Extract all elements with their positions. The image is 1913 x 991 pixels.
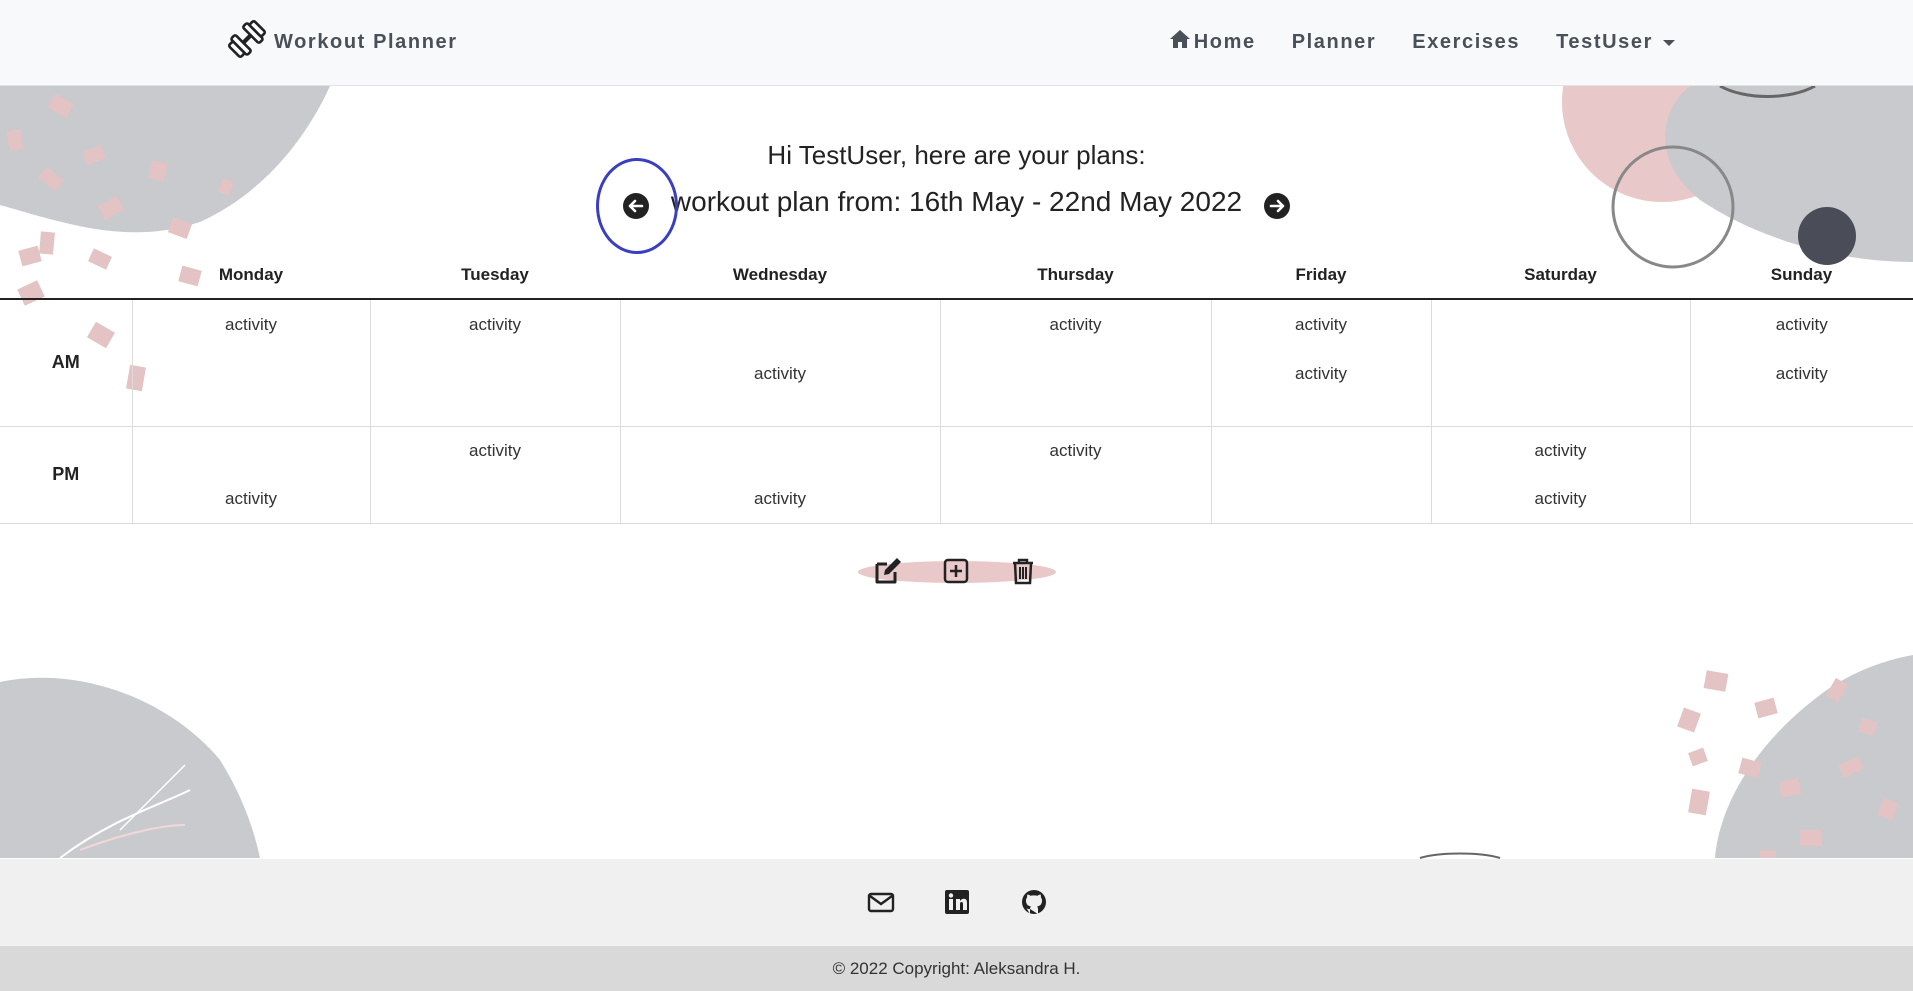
github-icon	[1019, 890, 1049, 921]
table-row-pm: PM activity activity activity activity a…	[0, 426, 1913, 524]
row-label-am: AM	[0, 299, 132, 427]
nav-planner[interactable]: Planner	[1292, 31, 1377, 54]
activity-item[interactable]: activity	[1432, 427, 1690, 475]
header-day: Monday	[132, 252, 370, 300]
header-day: Tuesday	[370, 252, 620, 300]
activity-item[interactable]	[1691, 427, 1913, 475]
header-empty	[0, 252, 132, 300]
activity-item[interactable]: activity	[1432, 475, 1690, 523]
activity-item[interactable]	[371, 475, 620, 523]
activity-item[interactable]: activity	[1691, 300, 1913, 349]
linkedin-icon	[942, 890, 972, 921]
footer-social	[0, 859, 1913, 946]
nav-links: Home Planner Exercises TestUser	[1168, 22, 1675, 62]
plan-cell[interactable]: activity	[369, 299, 620, 427]
table-header-row: Monday Tuesday Wednesday Thursday Friday…	[0, 252, 1913, 300]
dumbbell-icon	[226, 18, 268, 66]
activity-item[interactable]: activity	[1212, 349, 1431, 398]
next-week-button[interactable]	[1263, 192, 1291, 220]
plan-cell[interactable]	[1430, 299, 1690, 427]
arrow-right-circle-icon	[1263, 193, 1291, 224]
plan-cell[interactable]: activity	[939, 299, 1211, 427]
edit-plan-button[interactable]	[873, 556, 905, 588]
plan-title: workout plan from: 16th May - 22nd May 2…	[670, 186, 1243, 217]
activity-item[interactable]: activity	[941, 300, 1211, 349]
activity-item[interactable]: activity	[621, 349, 940, 398]
activity-item[interactable]: activity	[133, 475, 370, 523]
mail-icon	[866, 892, 896, 921]
plan-navigation: workout plan from: 16th May - 22nd May 2…	[0, 186, 1913, 226]
plan-cell[interactable]: activity	[619, 426, 940, 524]
delete-plan-button[interactable]	[1008, 556, 1040, 588]
greeting-heading: Hi TestUser, here are your plans:	[767, 140, 1146, 170]
nav-home[interactable]: Home	[1168, 27, 1256, 57]
plan-cell[interactable]: activity	[369, 426, 620, 524]
add-icon	[941, 558, 971, 590]
user-dropdown-label: TestUser	[1556, 30, 1653, 53]
activity-item[interactable]: activity	[371, 427, 620, 475]
activity-item[interactable]	[941, 349, 1211, 398]
activity-item[interactable]: activity	[941, 427, 1211, 475]
activity-item[interactable]	[941, 475, 1211, 523]
activity-item[interactable]	[1432, 300, 1690, 349]
activity-item[interactable]: activity	[371, 300, 620, 349]
plan-cell[interactable]: activity	[131, 299, 370, 427]
activity-item[interactable]	[621, 300, 940, 349]
nav-planner-label: Planner	[1291, 30, 1377, 53]
nav-exercises[interactable]: Exercises	[1412, 31, 1520, 54]
activity-item[interactable]	[1212, 427, 1431, 475]
header-day: Saturday	[1431, 252, 1690, 300]
activity-item[interactable]	[1432, 349, 1690, 398]
copyright: © 2022 Copyright: Aleksandra H.	[0, 946, 1913, 991]
nav-exercises-label: Exercises	[1412, 30, 1521, 53]
plan-cell[interactable]: activity activity	[1689, 299, 1913, 427]
plan-cell[interactable]: activity	[131, 426, 370, 524]
email-link[interactable]	[866, 887, 896, 917]
linkedin-link[interactable]	[942, 887, 972, 917]
caret-down-icon	[1663, 40, 1675, 46]
header-day: Thursday	[940, 252, 1211, 300]
brand-title: Workout Planner	[274, 30, 458, 53]
header-day: Friday	[1211, 252, 1431, 300]
activity-item[interactable]: activity	[1691, 349, 1913, 398]
activity-item[interactable]: activity	[133, 300, 370, 349]
navbar: Workout Planner Home Planner Exercises T…	[0, 0, 1913, 86]
plan-cell[interactable]	[1689, 426, 1913, 524]
brand-link[interactable]: Workout Planner	[226, 18, 458, 66]
arrow-left-circle-icon	[622, 193, 650, 224]
activity-item[interactable]	[133, 349, 370, 398]
plan-actions	[858, 556, 1056, 588]
weekly-plan-table: Monday Tuesday Wednesday Thursday Friday…	[0, 252, 1913, 524]
page: Workout Planner Home Planner Exercises T…	[0, 0, 1913, 991]
user-dropdown[interactable]: TestUser	[1556, 31, 1675, 54]
plan-cell[interactable]: activity	[619, 299, 940, 427]
activity-item[interactable]: activity	[1212, 300, 1431, 349]
table-row-am: AM activity activity activity activity a…	[0, 299, 1913, 427]
delete-icon	[1008, 558, 1038, 590]
row-label-pm: PM	[0, 426, 132, 524]
previous-week-button[interactable]	[622, 192, 650, 220]
nav-home-label: Home	[1193, 30, 1256, 53]
activity-item[interactable]	[371, 349, 620, 398]
activity-item[interactable]	[1691, 475, 1913, 523]
header-day: Wednesday	[620, 252, 940, 300]
edit-icon	[873, 558, 903, 590]
activity-item[interactable]	[621, 427, 940, 475]
plan-cell[interactable]	[1210, 426, 1431, 524]
add-plan-button[interactable]	[941, 556, 973, 588]
header-day: Sunday	[1690, 252, 1913, 300]
home-icon	[1168, 27, 1192, 57]
plan-cell[interactable]: activity activity	[1430, 426, 1690, 524]
github-link[interactable]	[1019, 887, 1049, 917]
activity-item[interactable]	[133, 427, 370, 475]
activity-item[interactable]	[1212, 475, 1431, 523]
activity-item[interactable]: activity	[621, 475, 940, 523]
plan-cell[interactable]: activity	[939, 426, 1211, 524]
plan-cell[interactable]: activity activity	[1210, 299, 1431, 427]
